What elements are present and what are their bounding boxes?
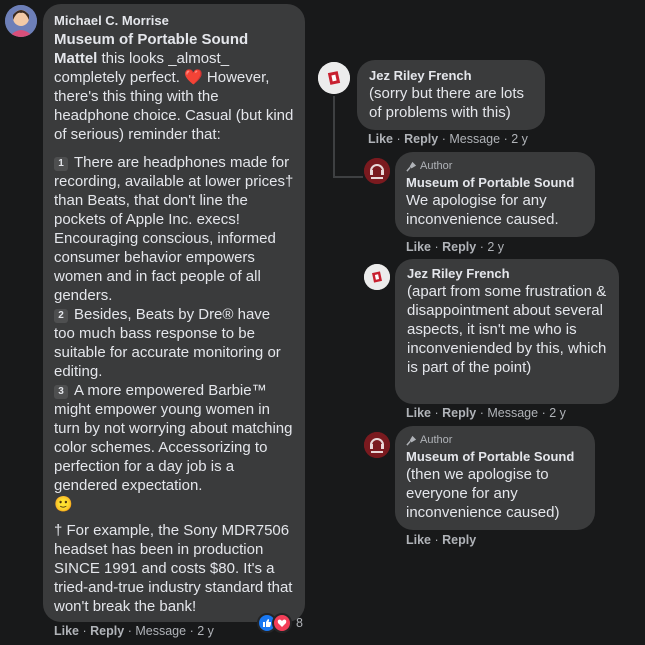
main-comment-bubble: Michael C. Morrise Museum of Portable So… — [43, 4, 305, 622]
avatar-jez[interactable] — [364, 264, 390, 290]
reply-link[interactable]: Reply — [442, 406, 476, 420]
timestamp[interactable]: 2 y — [511, 132, 528, 146]
heart-icon: ❤️ — [184, 69, 203, 86]
reply-text: (sorry but there are lots of problems wi… — [369, 85, 525, 121]
comment-point-3: 3A more empowered Barbie™ might empower … — [54, 382, 293, 513]
main-comment-actions: Like · Reply · Message · 2 y — [54, 624, 214, 638]
comment-point-2: 2 Besides, Beats by Dre® have too much ba… — [54, 306, 281, 380]
microphone-icon — [406, 435, 417, 446]
message-link[interactable]: Message — [487, 406, 538, 420]
keycap-2-icon: 2 — [54, 309, 68, 323]
keycap-1-icon: 1 — [54, 157, 68, 171]
thread-line — [333, 176, 363, 178]
message-link[interactable]: Message — [135, 624, 186, 638]
timestamp[interactable]: 2 y — [197, 624, 214, 638]
avatar-michael[interactable] — [5, 5, 37, 37]
avatar-museum[interactable] — [364, 158, 390, 184]
reply-1-actions: Like · Reply · Message · 2 y — [368, 132, 528, 146]
avatar-jez[interactable] — [318, 62, 350, 94]
avatar-museum[interactable] — [364, 432, 390, 458]
reaction-summary[interactable]: 8 — [257, 613, 303, 633]
reply-text: (apart from some frustration & disappoin… — [407, 283, 607, 376]
comment-intro: Museum of Portable Sound Mattel this loo… — [54, 31, 294, 143]
like-link[interactable]: Like — [54, 624, 79, 638]
thread-line — [333, 96, 335, 176]
reply-link[interactable]: Reply — [90, 624, 124, 638]
reply-2-actions: Like · Reply · 2 y — [406, 240, 505, 254]
reply-text: We apologise for any inconvenience cause… — [406, 192, 559, 228]
love-reaction-icon — [272, 613, 292, 633]
microphone-icon — [406, 161, 417, 172]
comment-footnote: † For example, the Sony MDR7506 headset … — [54, 522, 293, 615]
reply-link[interactable]: Reply — [442, 240, 476, 254]
like-link[interactable]: Like — [406, 240, 431, 254]
reply-text: (then we apologise to everyone for any i… — [406, 466, 560, 521]
like-link[interactable]: Like — [406, 533, 431, 547]
message-link[interactable]: Message — [449, 132, 500, 146]
smile-emoji-icon: 🙂 — [54, 496, 73, 513]
museum-logo-icon — [364, 432, 390, 458]
reply-link[interactable]: Reply — [404, 132, 438, 146]
comment-author[interactable]: Michael C. Morrise — [54, 13, 294, 28]
reply-4-actions: Like · Reply — [406, 533, 477, 547]
avatar-jez-icon — [318, 62, 350, 94]
reply-author[interactable]: Museum of Portable Sound — [406, 175, 584, 190]
reply-bubble-4: Author Museum of Portable Sound (then we… — [395, 426, 595, 530]
reply-author[interactable]: Museum of Portable Sound — [406, 449, 584, 464]
museum-logo-icon — [364, 158, 390, 184]
reply-link[interactable]: Reply — [442, 533, 476, 547]
reaction-count: 8 — [296, 616, 303, 630]
reply-author[interactable]: Jez Riley French — [369, 68, 533, 83]
author-label: Author — [406, 434, 584, 446]
keycap-3-icon: 3 — [54, 385, 68, 399]
avatar-jez-icon — [364, 264, 390, 290]
comment-point-1: 1 There are headphones made for recording… — [54, 154, 294, 304]
reply-3-actions: Like · Reply · Message · 2 y — [406, 406, 566, 420]
reply-author[interactable]: Jez Riley French — [407, 266, 607, 281]
reply-bubble-3: Jez Riley French (apart from some frustr… — [395, 259, 619, 404]
author-label: Author — [406, 160, 584, 172]
avatar-portrait-icon — [5, 5, 37, 37]
like-link[interactable]: Like — [406, 406, 431, 420]
timestamp[interactable]: 2 y — [549, 406, 566, 420]
like-link[interactable]: Like — [368, 132, 393, 146]
reply-bubble-2: Author Museum of Portable Sound We apolo… — [395, 152, 595, 237]
reply-bubble-1: Jez Riley French (sorry but there are lo… — [357, 60, 545, 130]
timestamp[interactable]: 2 y — [487, 240, 504, 254]
